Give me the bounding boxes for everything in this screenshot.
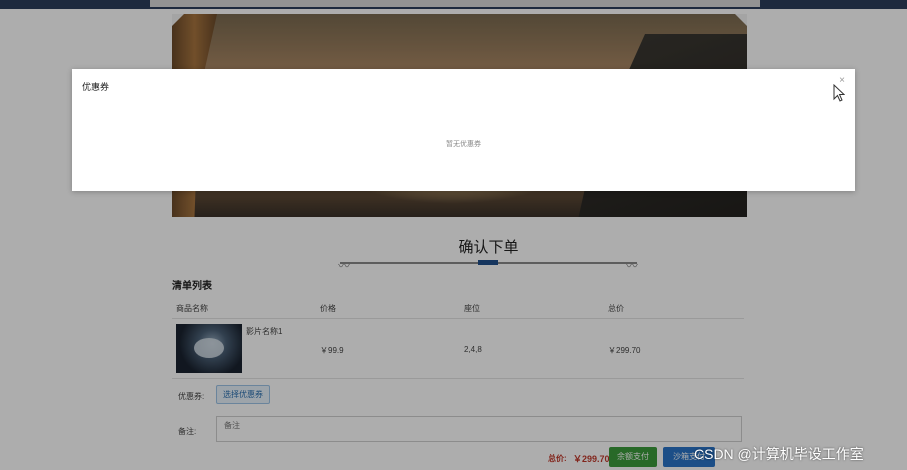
coupon-modal: 优惠券 × 暂无优惠券 xyxy=(72,69,855,191)
modal-title: 优惠券 xyxy=(82,82,110,92)
mouse-pointer-icon xyxy=(833,84,845,102)
watermark: CSDN @计算机毕设工作室 xyxy=(694,446,864,462)
empty-coupons-message: 暂无优惠券 xyxy=(446,141,481,148)
